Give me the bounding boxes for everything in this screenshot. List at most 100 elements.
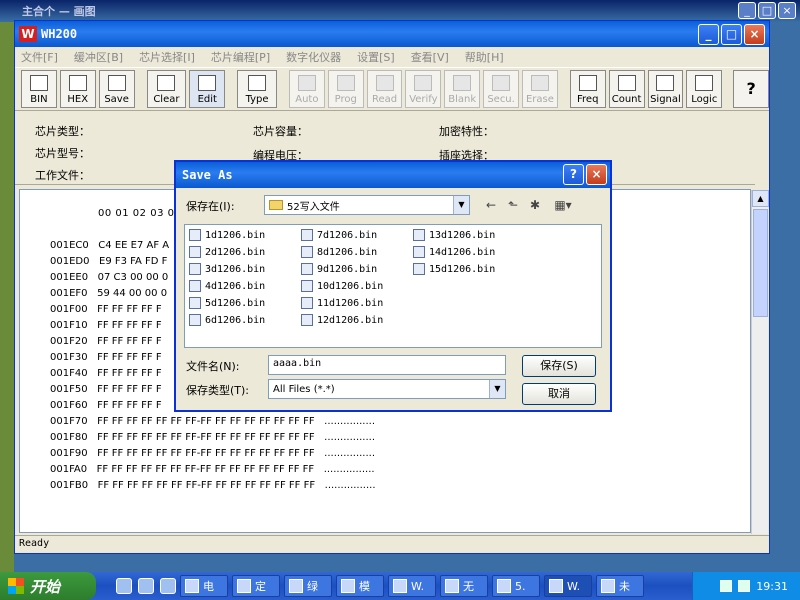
taskbar-item[interactable]: 5. [492,575,540,597]
ie-icon[interactable] [116,578,132,594]
menu-chip-program[interactable]: 芯片编程[P] [211,49,270,65]
list-item[interactable]: 4d1206.bin [189,280,265,292]
list-item[interactable]: 15d1206.bin [413,263,495,275]
file-list[interactable]: 1d1206.bin 2d1206.bin 3d1206.bin 4d1206.… [184,224,602,348]
hex-row: 001EF0 59 44 00 00 0 [50,288,168,299]
keyboard-icon[interactable] [720,580,733,592]
dialog-help-button[interactable]: ? [563,164,584,185]
clear-button[interactable]: Clear [146,70,187,108]
taskbar-item[interactable]: 定 [232,575,280,597]
edit-button[interactable]: Edit [189,70,226,108]
hex-vertical-scrollbar[interactable]: ▲ [751,190,769,534]
list-item[interactable]: 10d1206.bin [301,280,383,292]
type-button[interactable]: Type [237,70,277,108]
list-item[interactable]: 14d1206.bin [413,246,495,258]
new-folder-icon[interactable]: ✱ [526,196,544,214]
logic-button[interactable]: Logic [686,70,723,108]
view-menu-icon[interactable]: ▦▾ [550,196,576,214]
scroll-thumb[interactable] [753,209,768,317]
taskbar-item[interactable]: W. [544,575,592,597]
app-titlebar[interactable]: W WH200 _ □ × [15,21,769,47]
list-item[interactable]: 6d1206.bin [189,314,265,326]
list-item[interactable]: 7d1206.bin [301,229,377,241]
media-icon[interactable] [138,578,154,594]
file-icon [189,297,201,309]
list-item[interactable]: 9d1206.bin [301,263,377,275]
filetype-label: 保存类型(T): [186,384,250,397]
list-item[interactable]: 2d1206.bin [189,246,265,258]
bg-minimize-button[interactable]: _ [738,2,756,19]
prog-button[interactable]: Prog [327,70,364,108]
cancel-button[interactable]: 取消 [522,383,596,405]
taskbar-item[interactable]: W. [388,575,436,597]
network-icon[interactable] [738,580,751,592]
list-item[interactable]: 1d1206.bin [189,229,265,241]
taskbar-item[interactable]: 绿 [284,575,332,597]
list-item[interactable]: 11d1206.bin [301,297,383,309]
secu-button[interactable]: Secu. [483,70,519,108]
file-icon [301,246,313,258]
up-folder-icon[interactable]: ⬑ [504,196,522,214]
maximize-button[interactable]: □ [721,24,742,45]
filename-input[interactable]: aaaa.bin [268,355,506,375]
count-button[interactable]: Count [608,70,645,108]
hex-row: 001EC0 C4 EE E7 AF A [50,240,170,251]
menu-instruments[interactable]: 数字化仪器 [286,49,341,65]
taskbar-item[interactable]: 未 [596,575,644,597]
file-icon [189,314,201,326]
app-icon [237,579,251,593]
open-hex-icon [68,75,87,91]
list-item[interactable]: 8d1206.bin [301,246,377,258]
read-icon [375,75,394,91]
freq-button[interactable]: Freq [569,70,606,108]
bin-button[interactable]: BIN [21,70,57,108]
menu-settings[interactable]: 设置[S] [357,49,395,65]
list-item[interactable]: 5d1206.bin [189,297,265,309]
back-arrow-icon[interactable]: ← [482,196,500,214]
hex-button[interactable]: HEX [59,70,96,108]
verify-button[interactable]: Verify [405,70,442,108]
chevron-down-icon[interactable]: ▼ [453,196,469,214]
menu-buffer[interactable]: 缓冲区[B] [74,49,123,65]
save-button[interactable]: Save [98,70,135,108]
taskbar-item[interactable]: 无 [440,575,488,597]
file-icon [189,246,201,258]
hex-row: 001F30 FF FF FF FF F [50,352,162,363]
start-button[interactable]: 开始 [0,572,96,600]
save-in-dropdown[interactable]: 52写入文件 ▼ [264,195,470,215]
auto-button[interactable]: Auto [288,70,325,108]
dialog-close-button[interactable]: × [586,164,607,185]
chip-capacity-label: 芯片容量： [253,125,308,138]
taskbar-item[interactable]: 电 [180,575,228,597]
background-window-title: 主合个 — 画图 [22,5,96,18]
bg-maximize-button[interactable]: □ [758,2,776,19]
browser-icon[interactable] [160,578,176,594]
list-item[interactable]: 13d1206.bin [413,229,495,241]
erase-button[interactable]: Erase [522,70,558,108]
scroll-up-arrow-icon[interactable]: ▲ [752,190,769,207]
bg-close-button[interactable]: × [778,2,796,19]
encryption-label: 加密特性： [439,125,494,138]
menu-chip-select[interactable]: 芯片选择[I] [139,49,195,65]
filetype-dropdown[interactable]: All Files (*.*) ▼ [268,379,506,399]
minimize-button[interactable]: _ [698,24,719,45]
auto-icon [297,75,316,91]
list-item[interactable]: 3d1206.bin [189,263,265,275]
menu-file[interactable]: 文件[F] [21,49,58,65]
save-button[interactable]: 保存(S) [522,355,596,377]
signal-button[interactable]: Signal [647,70,684,108]
list-item[interactable]: 12d1206.bin [301,314,383,326]
menu-help[interactable]: 帮助[H] [465,49,504,65]
dialog-titlebar[interactable]: Save As ? × [176,162,610,188]
blank-button[interactable]: Blank [444,70,481,108]
taskbar-item[interactable]: 模 [336,575,384,597]
read-button[interactable]: Read [366,70,403,108]
work-file-label: 工作文件： [35,169,90,182]
close-button[interactable]: × [744,24,765,45]
verify-icon [414,75,433,91]
menu-view[interactable]: 查看[V] [411,49,449,65]
pencil-icon [198,75,217,91]
help-button[interactable]: ? [733,70,770,108]
hex-row: 001F00 FF FF FF FF F [50,304,162,315]
chevron-down-icon[interactable]: ▼ [489,380,505,398]
